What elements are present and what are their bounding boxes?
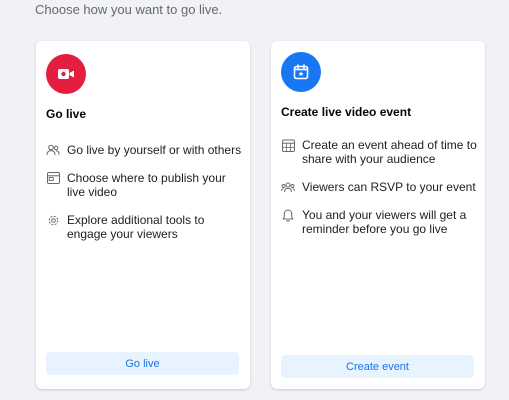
feature-item: Explore additional tools to engage your …: [46, 213, 242, 241]
calendar-grid-icon: [281, 138, 295, 152]
feature-text: Choose where to publish your live video: [67, 171, 226, 199]
feature-item: You and your viewers will get a reminder…: [281, 208, 477, 236]
group-icon: [281, 180, 295, 194]
feature-text: Create an event ahead of time to share w…: [302, 138, 477, 166]
feature-item: Go live by yourself or with others: [46, 143, 242, 157]
go-live-features: Go live by yourself or with others Choos…: [46, 143, 242, 255]
page-subtitle: Choose how you want to go live.: [35, 2, 223, 17]
create-event-title: Create live video event: [281, 105, 412, 119]
feature-item: Viewers can RSVP to your event: [281, 180, 477, 194]
browser-window-icon: [46, 171, 60, 185]
feature-text: Explore additional tools to engage your …: [67, 213, 205, 241]
bell-icon: [281, 208, 295, 222]
go-live-title: Go live: [46, 107, 87, 121]
go-live-chooser: Choose how you want to go live. Go live: [0, 0, 509, 400]
feature-text: Go live by yourself or with others: [67, 143, 242, 157]
feature-item: Choose where to publish your live video: [46, 171, 242, 199]
feature-text: You and your viewers will get a reminder…: [302, 208, 467, 236]
video-camera-icon: [46, 54, 86, 94]
create-event-features: Create an event ahead of time to share w…: [281, 138, 477, 250]
create-event-button[interactable]: Create event: [281, 355, 474, 378]
gear-icon: [46, 213, 60, 227]
feature-item: Create an event ahead of time to share w…: [281, 138, 477, 166]
people-icon: [46, 143, 60, 157]
go-live-card[interactable]: Go live Go live by yourself or with othe…: [36, 41, 250, 389]
create-event-card[interactable]: Create live video event Create an event …: [271, 41, 485, 389]
calendar-star-icon: [281, 52, 321, 92]
feature-text: Viewers can RSVP to your event: [302, 180, 476, 194]
go-live-button[interactable]: Go live: [46, 352, 239, 375]
